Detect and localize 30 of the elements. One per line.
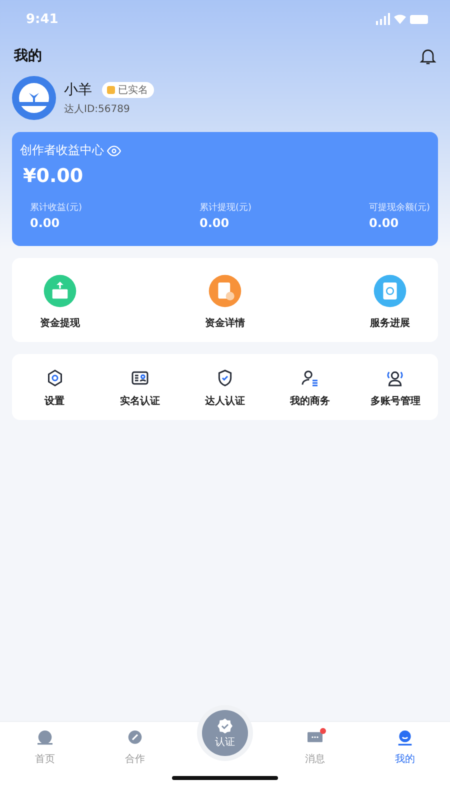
document-clock-icon	[373, 274, 407, 308]
receipt-icon	[208, 274, 242, 308]
total-amount: ¥0.00	[23, 165, 84, 187]
user-name: 小羊	[64, 80, 92, 98]
stat-label: 可提现余额(元)	[368, 202, 430, 214]
avatar	[12, 76, 56, 120]
stat-label: 累计收益(元)	[30, 202, 82, 214]
stat-value: 0.00	[199, 216, 230, 230]
menu-label[interactable]: 实名认证	[120, 394, 160, 408]
tab-label[interactable]: 我的	[395, 752, 415, 766]
menu-label[interactable]: 我的商务	[290, 394, 330, 408]
person-list-icon	[300, 368, 320, 388]
wallet-upload-icon	[43, 274, 77, 308]
menu-label[interactable]: 达人认证	[205, 394, 245, 408]
badge-check-icon	[216, 717, 234, 735]
verified-badge: 已实名	[102, 82, 154, 98]
stat-value: 0.00	[368, 216, 400, 230]
status-icons	[376, 13, 428, 25]
card-title: 创作者收益中心	[20, 142, 104, 159]
eye-icon[interactable]	[107, 144, 121, 156]
stat-label: 累计提现(元)	[199, 202, 252, 214]
action-label[interactable]: 资金提现	[40, 316, 80, 330]
status-time: 9:41	[26, 12, 58, 26]
menu-label[interactable]: 设置	[44, 394, 65, 408]
user-id: 达人ID:56789	[64, 102, 131, 116]
action-label[interactable]: 资金详情	[205, 316, 245, 330]
stat-value: 0.00	[30, 216, 61, 230]
page-title: 我的	[14, 47, 42, 65]
menu-label[interactable]: 多账号管理	[370, 394, 420, 408]
action-label[interactable]: 服务进展	[370, 316, 410, 330]
